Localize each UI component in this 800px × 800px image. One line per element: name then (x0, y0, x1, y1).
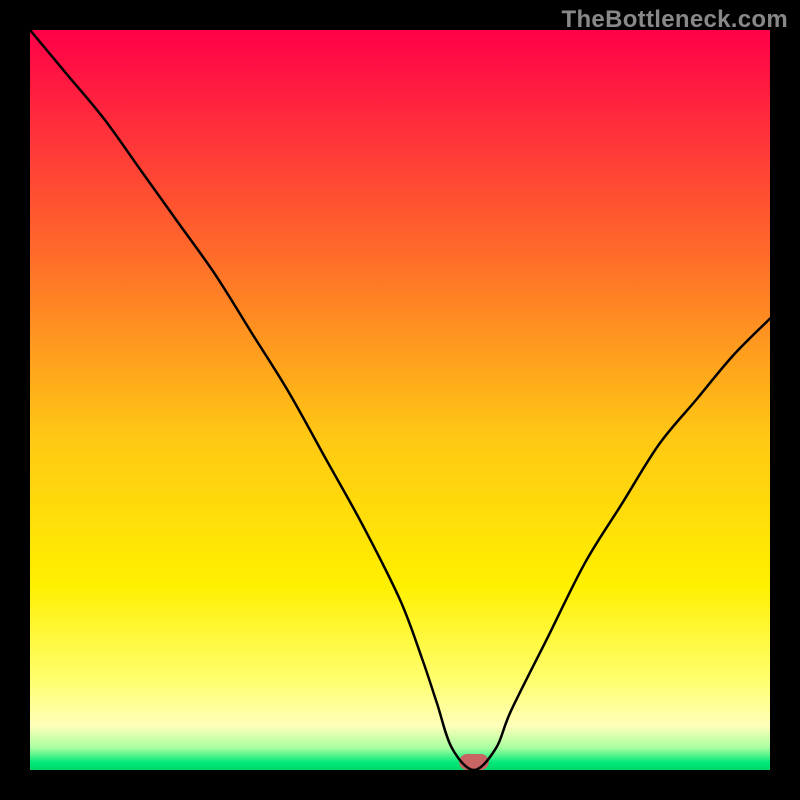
chart-svg (30, 30, 770, 770)
chart-frame: TheBottleneck.com (0, 0, 800, 800)
bottleneck-marker (459, 754, 489, 770)
gradient-background (30, 30, 770, 770)
plot-area (30, 30, 770, 770)
